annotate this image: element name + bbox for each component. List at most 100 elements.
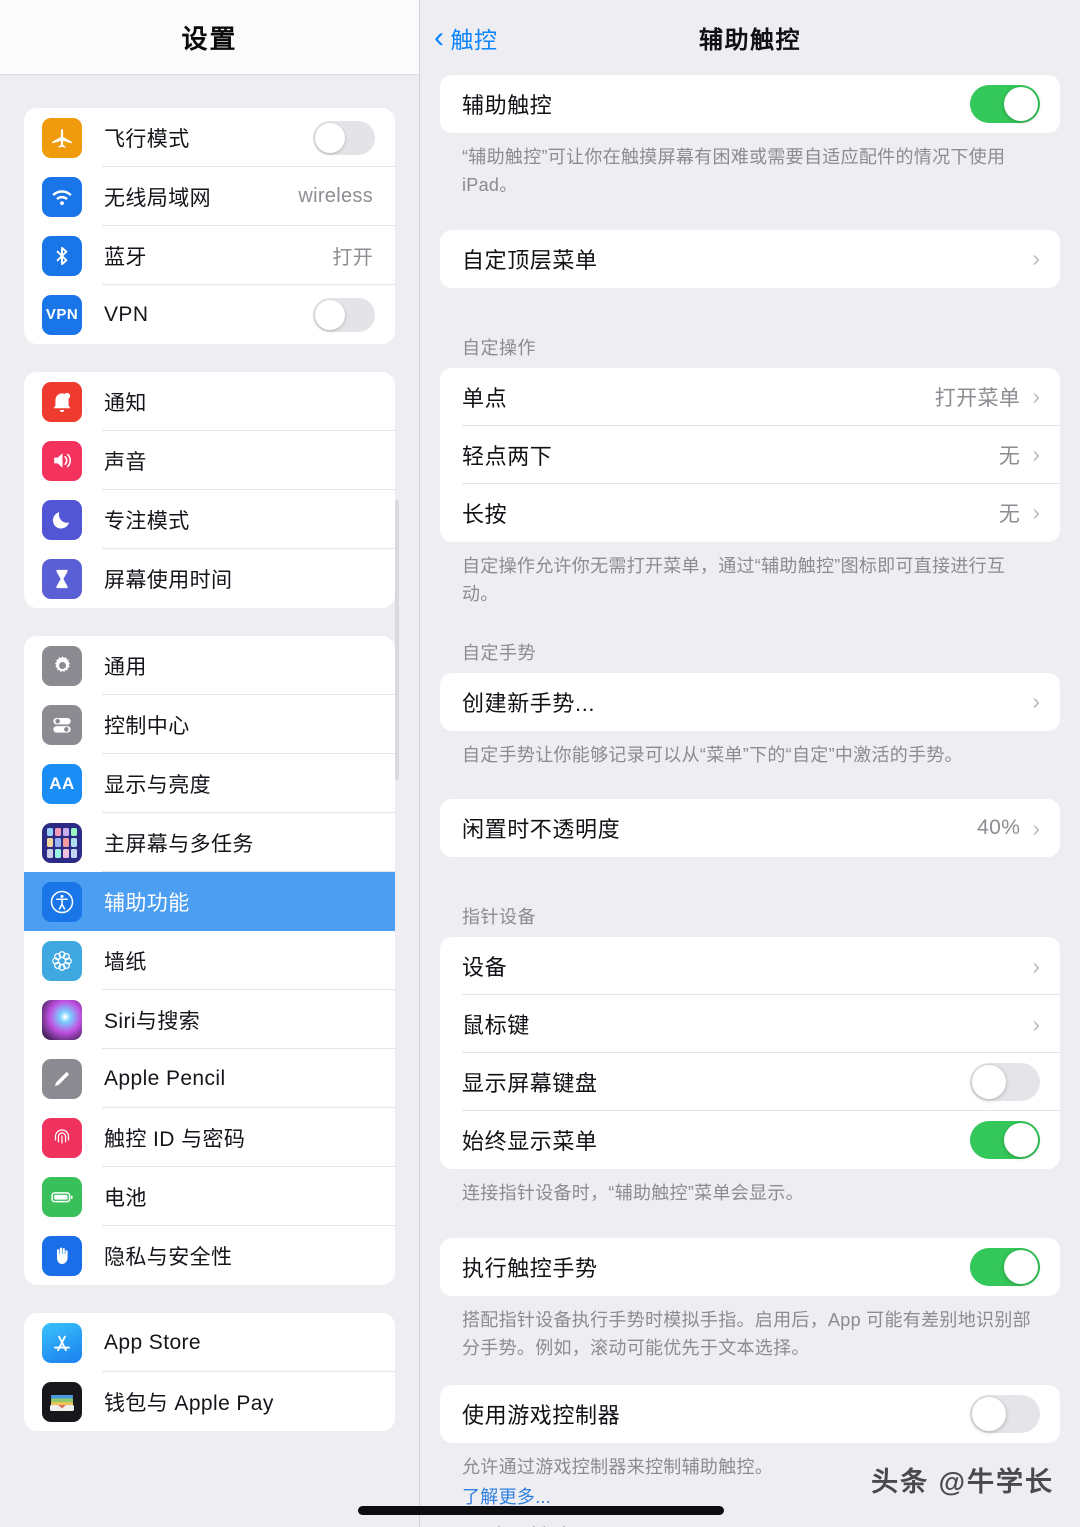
back-button[interactable]: ‹ 触控 — [434, 21, 498, 55]
sidebar-item-label: 声音 — [104, 450, 147, 474]
learn-more-link[interactable]: 了解更多... — [462, 1487, 551, 1507]
page-title: 辅助触控 — [699, 27, 801, 54]
sidebar-item-label: 屏幕使用时间 — [104, 568, 233, 592]
sidebar-item-vpn[interactable]: VPN VPN — [24, 285, 395, 344]
sidebar-item-label: 触控 ID 与密码 — [104, 1127, 246, 1151]
assistive-touch-toggle[interactable] — [970, 85, 1040, 123]
assistive-touch-card: 辅助触控 — [440, 75, 1060, 133]
sidebar-item-label: Siri与搜索 — [104, 1009, 201, 1033]
chevron-right-icon: › — [1032, 245, 1040, 272]
siri-icon — [42, 999, 82, 1040]
wallpaper-icon — [42, 940, 82, 981]
detail-body[interactable]: 辅助触控 “辅助触控”可让你在触摸屏幕有困难或需要自适应配件的情况下使用 iPa… — [420, 75, 1080, 1527]
assistive-touch-row[interactable]: 辅助触控 — [440, 75, 1060, 133]
action-long-press-row[interactable]: 长按 无 › — [440, 484, 1060, 542]
sidebar-item-display-brightness[interactable]: AA 显示与亮度 — [24, 754, 395, 813]
sidebar-item-bluetooth[interactable]: 蓝牙 打开 — [24, 226, 395, 285]
chevron-right-icon: › — [1032, 952, 1040, 979]
sidebar-item-wallpaper[interactable]: 墙纸 — [24, 931, 395, 990]
sidebar-item-label: 蓝牙 — [104, 245, 147, 269]
create-new-gesture-row[interactable]: 创建新手势... › — [440, 673, 1060, 731]
sidebar-item-label: 辅助功能 — [104, 891, 190, 915]
custom-gestures-header: 自定手势 — [462, 642, 536, 663]
chevron-right-icon: › — [1032, 1010, 1040, 1037]
custom-gestures-footnote: 自定手势让你能够记录可以从“菜单”下的“自定”中激活的手势。 — [462, 744, 963, 765]
sidebar-group-system: 通用 控制中心 AA 显示与亮度 主屏幕与多任务 辅助功能 墙纸 Siri与搜索… — [24, 636, 395, 1285]
sidebar-item-touch-id[interactable]: 触控 ID 与密码 — [24, 1108, 395, 1167]
sidebar-item-wifi[interactable]: 无线局域网 wireless — [24, 167, 395, 226]
sidebar-item-control-center[interactable]: 控制中心 — [24, 695, 395, 754]
home-indicator[interactable] — [358, 1506, 724, 1515]
sidebar-item-label: 隐私与安全性 — [104, 1245, 233, 1269]
row-value: 打开菜单 — [934, 386, 1021, 410]
assistive-touch-label: 辅助触控 — [462, 93, 553, 118]
app-store-icon — [42, 1322, 82, 1363]
toggle-knob — [1004, 1250, 1038, 1285]
sidebar-group-connectivity: 飞行模式 无线局域网 wireless 蓝牙 打开 VPN VPN — [24, 108, 395, 344]
always-show-menu-toggle[interactable] — [970, 1121, 1040, 1160]
custom-actions-header: 自定操作 — [462, 337, 536, 358]
sidebar-item-label: 钱包与 Apple Pay — [104, 1391, 274, 1415]
vpn-toggle[interactable] — [313, 297, 375, 332]
row-label: 单点 — [462, 385, 508, 411]
chevron-right-icon: › — [1032, 814, 1040, 841]
sidebar-item-app-store[interactable]: App Store — [24, 1313, 395, 1372]
sidebar-item-privacy[interactable]: 隐私与安全性 — [24, 1226, 395, 1285]
chevron-right-icon: › — [1032, 688, 1040, 715]
sidebar-item-label: 专注模式 — [104, 509, 190, 533]
game-controller-toggle[interactable] — [970, 1395, 1040, 1434]
moon-icon — [42, 499, 82, 540]
sidebar-item-screen-time[interactable]: 屏幕使用时间 — [24, 549, 395, 608]
toggle-knob — [972, 1065, 1006, 1100]
sidebar-item-label: 飞行模式 — [104, 127, 190, 151]
toggle-knob — [972, 1397, 1006, 1432]
customize-top-menu-row[interactable]: 自定顶层菜单 › — [440, 230, 1060, 288]
row-label: 设备 — [462, 955, 508, 981]
sidebar-item-accessibility[interactable]: 辅助功能 — [24, 872, 395, 931]
sidebar-item-label: 显示与亮度 — [104, 773, 211, 797]
toggle-knob — [1004, 1123, 1038, 1158]
always-show-menu-row[interactable]: 始终显示菜单 — [440, 1111, 1060, 1169]
sidebar-item-label: Apple Pencil — [104, 1066, 226, 1090]
sidebar-item-airplane-mode[interactable]: 飞行模式 — [24, 108, 395, 167]
perform-gestures-label: 执行触控手势 — [462, 1256, 598, 1282]
toggle-knob — [315, 299, 345, 330]
sidebar-item-home-screen[interactable]: 主屏幕与多任务 — [24, 813, 395, 872]
row-label: 长按 — [462, 501, 508, 527]
game-controller-row[interactable]: 使用游戏控制器 — [440, 1385, 1060, 1443]
settings-sidebar: 设置 飞行模式 无线局域网 wireless 蓝牙 打开 VPN VPN 通知 … — [0, 0, 420, 1527]
sidebar-item-general[interactable]: 通用 — [24, 636, 395, 695]
sidebar-item-sounds[interactable]: 声音 — [24, 431, 395, 490]
pointer-devices-row[interactable]: 设备 › — [440, 937, 1060, 996]
action-single-tap-row[interactable]: 单点 打开菜单 › — [440, 368, 1060, 426]
idle-opacity-row[interactable]: 闲置时不透明度 40% › — [440, 799, 1060, 857]
row-value: 无 — [998, 502, 1021, 526]
mouse-keys-row[interactable]: 鼠标键 › — [440, 995, 1060, 1054]
sidebar-item-label: 控制中心 — [104, 714, 190, 738]
home-screen-dots — [42, 823, 82, 863]
sidebar-item-notifications[interactable]: 通知 — [24, 372, 395, 431]
perform-gestures-toggle[interactable] — [970, 1248, 1040, 1287]
sidebar-item-siri-search[interactable]: Siri与搜索 — [24, 990, 395, 1049]
show-onscreen-keyboard-toggle[interactable] — [970, 1063, 1040, 1102]
sidebar-item-battery[interactable]: 电池 — [24, 1167, 395, 1226]
perform-gestures-row[interactable]: 执行触控手势 — [440, 1238, 1060, 1296]
action-double-tap-row[interactable]: 轻点两下 无 › — [440, 426, 1060, 484]
battery-icon — [42, 1176, 82, 1217]
sidebar-item-apple-pencil[interactable]: Apple Pencil — [24, 1049, 395, 1108]
chevron-right-icon: › — [1032, 383, 1040, 410]
show-onscreen-keyboard-row[interactable]: 显示屏幕键盘 — [440, 1053, 1060, 1112]
create-new-gesture-label: 创建新手势... — [462, 690, 596, 716]
home-screen-icon — [42, 822, 82, 863]
sidebar-scroll-area[interactable]: 飞行模式 无线局域网 wireless 蓝牙 打开 VPN VPN 通知 声音 … — [0, 108, 419, 1431]
sidebar-scrollbar[interactable] — [395, 500, 399, 780]
sidebar-item-wallet[interactable]: 钱包与 Apple Pay — [24, 1372, 395, 1431]
sidebar-item-focus[interactable]: 专注模式 — [24, 490, 395, 549]
sidebar-item-label: 无线局域网 — [104, 186, 211, 210]
bell-icon — [42, 381, 82, 422]
speaker-icon — [42, 440, 82, 481]
airplane-mode-toggle[interactable] — [313, 120, 375, 155]
